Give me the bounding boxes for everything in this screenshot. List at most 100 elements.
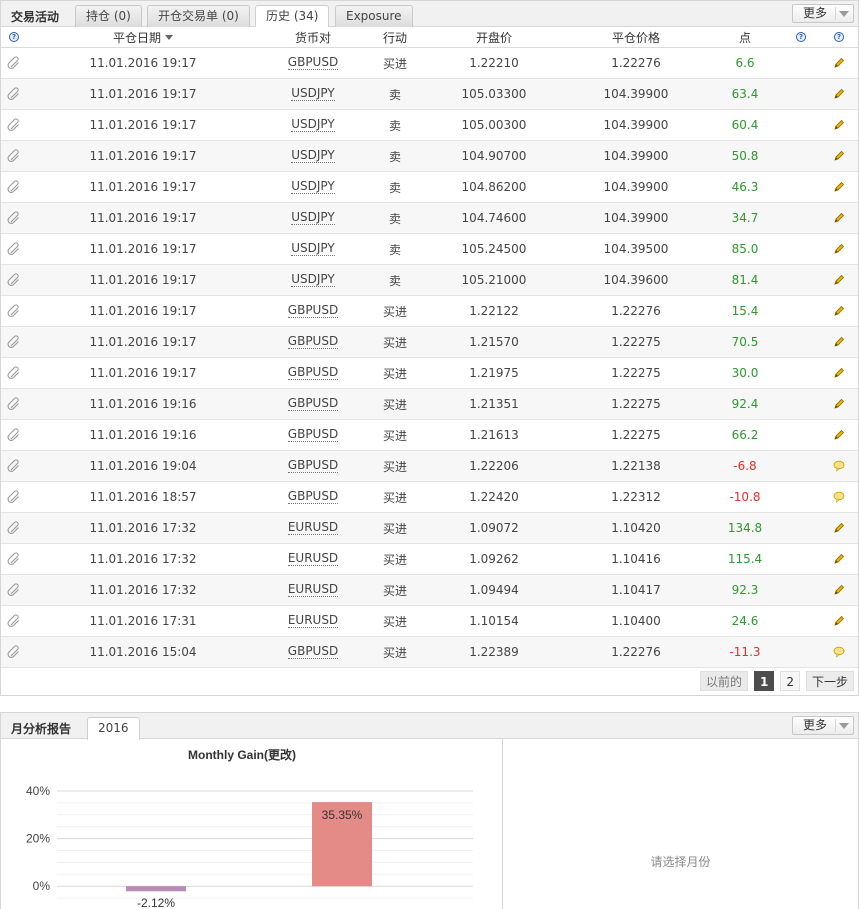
comment-icon[interactable] xyxy=(829,451,849,481)
edit-pencil-icon[interactable] xyxy=(829,513,849,543)
open-price: 1.09494 xyxy=(469,583,519,597)
currency-pair-link[interactable]: GBPUSD xyxy=(277,637,349,667)
attachment-icon[interactable] xyxy=(3,606,25,636)
trade-action: 买进 xyxy=(382,490,407,505)
currency-pair-link[interactable]: GBPUSD xyxy=(277,48,349,78)
attachment-icon[interactable] xyxy=(3,296,25,326)
edit-pencil-icon[interactable] xyxy=(829,544,849,574)
currency-pair-link[interactable]: EURUSD xyxy=(277,575,349,605)
close-price: 1.10400 xyxy=(611,614,661,628)
edit-pencil-icon[interactable] xyxy=(829,575,849,605)
currency-pair-link[interactable]: USDJPY xyxy=(277,141,349,171)
tab-history[interactable]: 历史 (34) xyxy=(255,5,330,28)
open-price: 104.86200 xyxy=(461,180,527,194)
attachment-icon[interactable] xyxy=(3,637,25,667)
attachment-icon[interactable] xyxy=(3,48,25,78)
attachment-icon[interactable] xyxy=(3,234,25,264)
help-icon[interactable]: ? xyxy=(829,27,849,47)
page-2-button[interactable]: 2 xyxy=(780,671,800,691)
tab-open-orders[interactable]: 开仓交易单 (0) xyxy=(147,5,250,27)
tab-year-2016[interactable]: 2016 xyxy=(87,717,140,740)
currency-pair-link[interactable]: GBPUSD xyxy=(277,358,349,388)
attachment-icon[interactable] xyxy=(3,544,25,574)
comment-icon[interactable] xyxy=(829,482,849,512)
attachment-icon[interactable] xyxy=(3,358,25,388)
more-label: 更多 xyxy=(803,718,828,732)
open-price: 1.09072 xyxy=(469,521,519,535)
currency-pair-link[interactable]: USDJPY xyxy=(277,234,349,264)
attachment-icon[interactable] xyxy=(3,203,25,233)
attachment-icon[interactable] xyxy=(3,265,25,295)
panel-title: 交易活动 xyxy=(11,10,60,24)
edit-pencil-icon[interactable] xyxy=(829,358,849,388)
attachment-icon[interactable] xyxy=(3,482,25,512)
currency-pair-link[interactable]: USDJPY xyxy=(277,110,349,140)
help-icon[interactable]: ? xyxy=(791,27,811,47)
close-price: 104.39900 xyxy=(603,118,669,132)
currency-pair-link[interactable]: EURUSD xyxy=(277,544,349,574)
currency-pair-link[interactable]: USDJPY xyxy=(277,265,349,295)
currency-pair-link[interactable]: USDJPY xyxy=(277,79,349,109)
currency-pair-link[interactable]: GBPUSD xyxy=(277,327,349,357)
help-icon[interactable]: ? xyxy=(3,27,25,47)
currency-pair-link[interactable]: GBPUSD xyxy=(277,296,349,326)
open-price: 105.03300 xyxy=(461,87,527,101)
edit-pencil-icon[interactable] xyxy=(829,79,849,109)
attachment-icon[interactable] xyxy=(3,389,25,419)
attachment-icon[interactable] xyxy=(3,420,25,450)
edit-pencil-icon[interactable] xyxy=(829,141,849,171)
column-header-close-price[interactable]: 平仓价格 xyxy=(581,27,691,47)
attachment-icon[interactable] xyxy=(3,79,25,109)
close-price: 1.22275 xyxy=(611,428,661,442)
attachment-icon[interactable] xyxy=(3,172,25,202)
currency-pair-link[interactable]: EURUSD xyxy=(277,513,349,543)
trade-activity-panel: 交易活动 持仓 (0) 开仓交易单 (0) 历史 (34) Exposure 更… xyxy=(0,0,859,696)
attachment-icon[interactable] xyxy=(3,110,25,140)
currency-pair-link[interactable]: GBPUSD xyxy=(277,451,349,481)
attachment-icon[interactable] xyxy=(3,513,25,543)
attachment-icon[interactable] xyxy=(3,451,25,481)
edit-pencil-icon[interactable] xyxy=(829,172,849,202)
attachment-icon[interactable] xyxy=(3,327,25,357)
currency-pair-link[interactable]: USDJPY xyxy=(277,172,349,202)
y-tick-label: 20% xyxy=(26,832,50,846)
edit-pencil-icon[interactable] xyxy=(829,265,849,295)
attachment-icon[interactable] xyxy=(3,575,25,605)
edit-pencil-icon[interactable] xyxy=(829,296,849,326)
column-header-open-price[interactable]: 开盘价 xyxy=(441,27,547,47)
open-price: 1.21975 xyxy=(469,366,519,380)
close-price: 1.10417 xyxy=(611,583,661,597)
column-header-action[interactable]: 行动 xyxy=(363,27,427,47)
edit-pencil-icon[interactable] xyxy=(829,203,849,233)
attachment-icon[interactable] xyxy=(3,141,25,171)
column-header-points[interactable]: 点 xyxy=(705,27,785,47)
chevron-down-icon xyxy=(839,723,849,729)
edit-pencil-icon[interactable] xyxy=(829,420,849,450)
currency-pair-link[interactable]: GBPUSD xyxy=(277,482,349,512)
next-page-button[interactable]: 下一步 xyxy=(805,671,854,691)
comment-icon[interactable] xyxy=(829,637,849,667)
edit-pencil-icon[interactable] xyxy=(829,110,849,140)
chart-bar xyxy=(126,886,186,892)
more-button[interactable]: 更多 xyxy=(792,4,854,23)
currency-pair-link[interactable]: USDJPY xyxy=(277,203,349,233)
currency-pair-link[interactable]: EURUSD xyxy=(277,606,349,636)
currency-pair-link[interactable]: GBPUSD xyxy=(277,389,349,419)
prev-page-button[interactable]: 以前的 xyxy=(699,671,748,691)
table-row: 11.01.2016 19:17 USDJPY 卖 105.24500 104.3950… xyxy=(1,234,858,265)
close-price: 1.22312 xyxy=(611,490,661,504)
edit-pencil-icon[interactable] xyxy=(829,389,849,419)
edit-pencil-icon[interactable] xyxy=(829,327,849,357)
edit-pencil-icon[interactable] xyxy=(829,234,849,264)
currency-pair-link[interactable]: GBPUSD xyxy=(277,420,349,450)
edit-pencil-icon[interactable] xyxy=(829,606,849,636)
tab-exposure[interactable]: Exposure xyxy=(335,5,413,27)
open-price: 1.22206 xyxy=(469,459,519,473)
edit-pencil-icon[interactable] xyxy=(829,48,849,78)
more-button[interactable]: 更多 xyxy=(792,716,854,735)
column-header-close-date[interactable]: 平仓日期 xyxy=(73,27,213,47)
page-1-button[interactable]: 1 xyxy=(753,671,775,691)
column-header-pair[interactable]: 货币对 xyxy=(277,27,349,47)
close-date: 11.01.2016 19:17 xyxy=(89,335,197,349)
tab-positions[interactable]: 持仓 (0) xyxy=(75,5,142,27)
